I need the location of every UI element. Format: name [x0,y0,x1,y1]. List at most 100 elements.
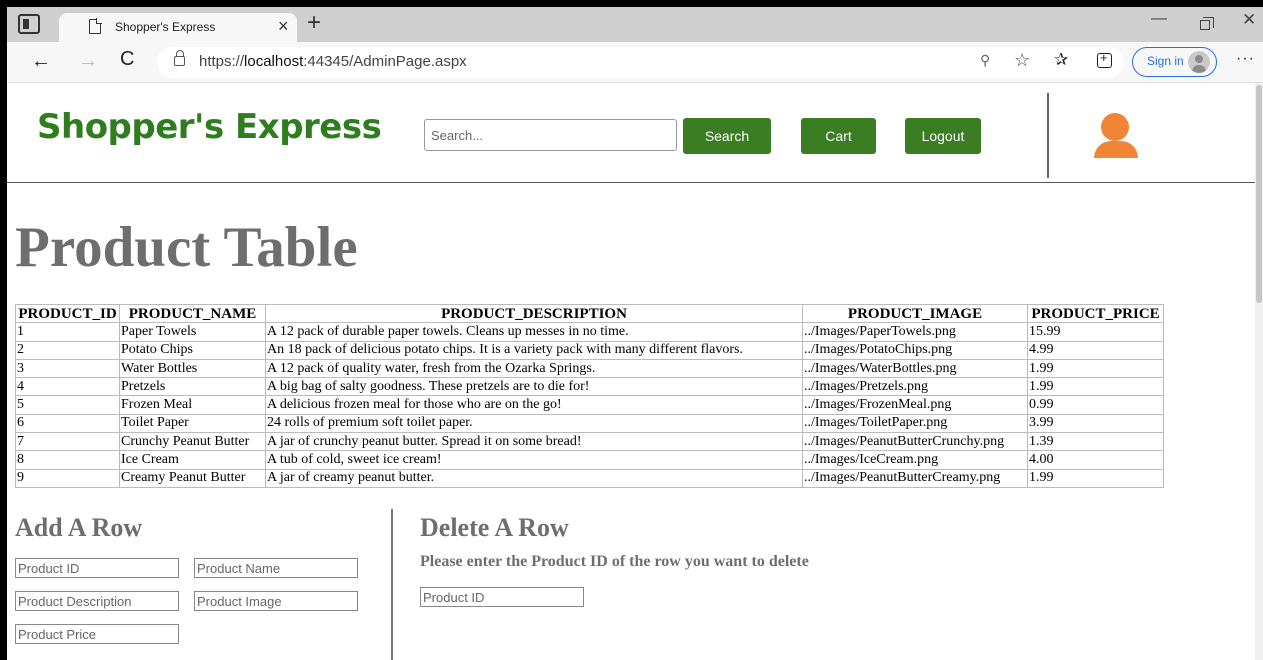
table-cell: 1.99 [1027,468,1164,488]
table-cell: A jar of creamy peanut butter. [265,468,803,488]
product-image-field[interactable] [194,591,358,611]
window-close-icon[interactable]: ✕ [1242,10,1256,30]
delete-row-heading: Delete A Row [420,513,569,542]
table-cell: Potato Chips [119,340,266,360]
table-row: 4 Pretzels A big bag of salty goodness. … [15,377,1164,397]
browser-window: Shopper's Express × + — ✕ ← → C https://… [7,7,1263,660]
section-divider [391,509,393,660]
product-id-field[interactable] [15,558,179,578]
column-header: PRODUCT_NAME [119,303,266,324]
favorites-icon[interactable]: ✰ [1054,50,1068,70]
address-bar[interactable]: https://localhost:44345/AdminPage.aspx ⚲… [157,47,1124,78]
more-icon[interactable]: ··· [1236,50,1255,68]
key-icon[interactable]: ⚲ [980,52,990,69]
url-text[interactable]: https://localhost:44345/AdminPage.aspx [199,53,467,70]
new-tab-icon[interactable]: + [307,9,321,37]
table-cell: 6 [15,413,120,434]
tab-title: Shopper's Express [115,20,216,34]
product-table: PRODUCT_ID PRODUCT_NAME PRODUCT_DESCRIPT… [15,303,1164,488]
table-cell: ../Images/ToiletPaper.png [802,413,1028,434]
table-cell: 1.99 [1027,377,1164,397]
table-cell: 4.99 [1027,340,1164,360]
table-row: 7 Crunchy Peanut Butter A jar of crunchy… [15,432,1164,452]
table-cell: ../Images/PotatoChips.png [802,340,1028,360]
minimize-icon[interactable]: — [1151,10,1167,28]
table-cell: 1.99 [1027,358,1164,379]
table-cell: 24 rolls of premium soft toilet paper. [265,413,803,434]
back-arrow-icon[interactable]: ← [31,50,51,73]
table-cell: Pretzels [119,377,266,397]
product-name-field[interactable] [194,558,358,578]
table-cell: 4 [15,377,120,397]
table-cell: Toilet Paper [119,413,266,434]
sign-in-label: Sign in [1147,54,1184,68]
sign-in-button[interactable]: Sign in [1132,47,1217,77]
table-cell: 8 [15,450,120,470]
table-cell: 3.99 [1027,413,1164,434]
table-row: 1 Paper Towels A 12 pack of durable pape… [15,322,1164,342]
table-cell: An 18 pack of delicious potato chips. It… [265,340,803,360]
delete-product-id-field[interactable] [420,587,584,607]
table-row: 3 Water Bottles A 12 pack of quality wat… [15,358,1164,379]
product-price-field[interactable] [15,624,179,644]
table-cell: Water Bottles [119,358,266,379]
vertical-scrollbar[interactable] [1255,83,1263,660]
table-cell: 15.99 [1027,322,1164,342]
user-profile-icon[interactable] [1092,107,1140,161]
table-row: 2 Potato Chips An 18 pack of delicious p… [15,340,1164,360]
table-cell: 9 [15,468,120,488]
table-cell: Paper Towels [119,322,266,342]
lock-icon[interactable] [174,50,185,66]
column-header: PRODUCT_ID [15,303,120,324]
table-cell: 7 [15,432,120,452]
table-cell: A delicious frozen meal for those who ar… [265,395,803,415]
header-divider [1047,93,1049,178]
logout-button[interactable]: Logout [905,118,981,154]
search-button[interactable]: Search [683,118,771,154]
table-cell: Frozen Meal [119,395,266,415]
table-cell: 5 [15,395,120,415]
table-cell: A jar of crunchy peanut butter. Spread i… [265,432,803,452]
table-cell: Ice Cream [119,450,266,470]
site-header: Shopper's Express Search Cart Logout [7,83,1255,183]
column-header: PRODUCT_PRICE [1027,303,1164,324]
table-row: 5 Frozen Meal A delicious frozen meal fo… [15,395,1164,415]
table-cell: 3 [15,358,120,379]
add-row-heading: Add A Row [15,513,143,542]
tab-close-icon[interactable]: × [278,16,289,36]
delete-instruction: Please enter the Product ID of the row y… [420,553,809,570]
table-cell: ../Images/WaterBottles.png [802,358,1028,379]
table-cell: ../Images/PeanutButterCrunchy.png [802,432,1028,452]
column-header: PRODUCT_DESCRIPTION [265,303,803,324]
table-cell: Crunchy Peanut Butter [119,432,266,452]
table-row: 9 Creamy Peanut Butter A jar of creamy p… [15,468,1164,488]
column-header: PRODUCT_IMAGE [802,303,1028,324]
tab-shoppers-express[interactable]: Shopper's Express × [59,13,297,42]
avatar [1188,51,1210,73]
page-title: Product Table [15,216,358,279]
site-logo[interactable]: Shopper's Express [37,107,382,147]
reload-icon[interactable]: C [120,48,134,71]
tab-actions-icon[interactable] [18,14,40,34]
page-icon [89,18,102,34]
table-cell: 0.99 [1027,395,1164,415]
browser-toolbar: ← → C https://localhost:44345/AdminPage.… [7,42,1263,83]
table-cell: A tub of cold, sweet ice cream! [265,450,803,470]
table-row: 6 Toilet Paper 24 rolls of premium soft … [15,413,1164,434]
scrollbar-thumb[interactable] [1256,85,1262,303]
collections-icon[interactable] [1097,50,1112,68]
forward-arrow-icon[interactable]: → [78,50,98,73]
table-cell: 2 [15,340,120,360]
table-cell: ../Images/PaperTowels.png [802,322,1028,342]
table-cell: ../Images/Pretzels.png [802,377,1028,397]
table-cell: ../Images/PeanutButterCreamy.png [802,468,1028,488]
product-description-field[interactable] [15,591,179,611]
search-input[interactable] [424,119,677,151]
table-cell: Creamy Peanut Butter [119,468,266,488]
cart-button[interactable]: Cart [801,118,876,154]
table-cell: 4.00 [1027,450,1164,470]
table-cell: A 12 pack of durable paper towels. Clean… [265,322,803,342]
add-favorite-icon[interactable]: ☆ [1014,50,1030,71]
table-cell: ../Images/IceCream.png [802,450,1028,470]
restore-icon[interactable] [1200,17,1214,30]
